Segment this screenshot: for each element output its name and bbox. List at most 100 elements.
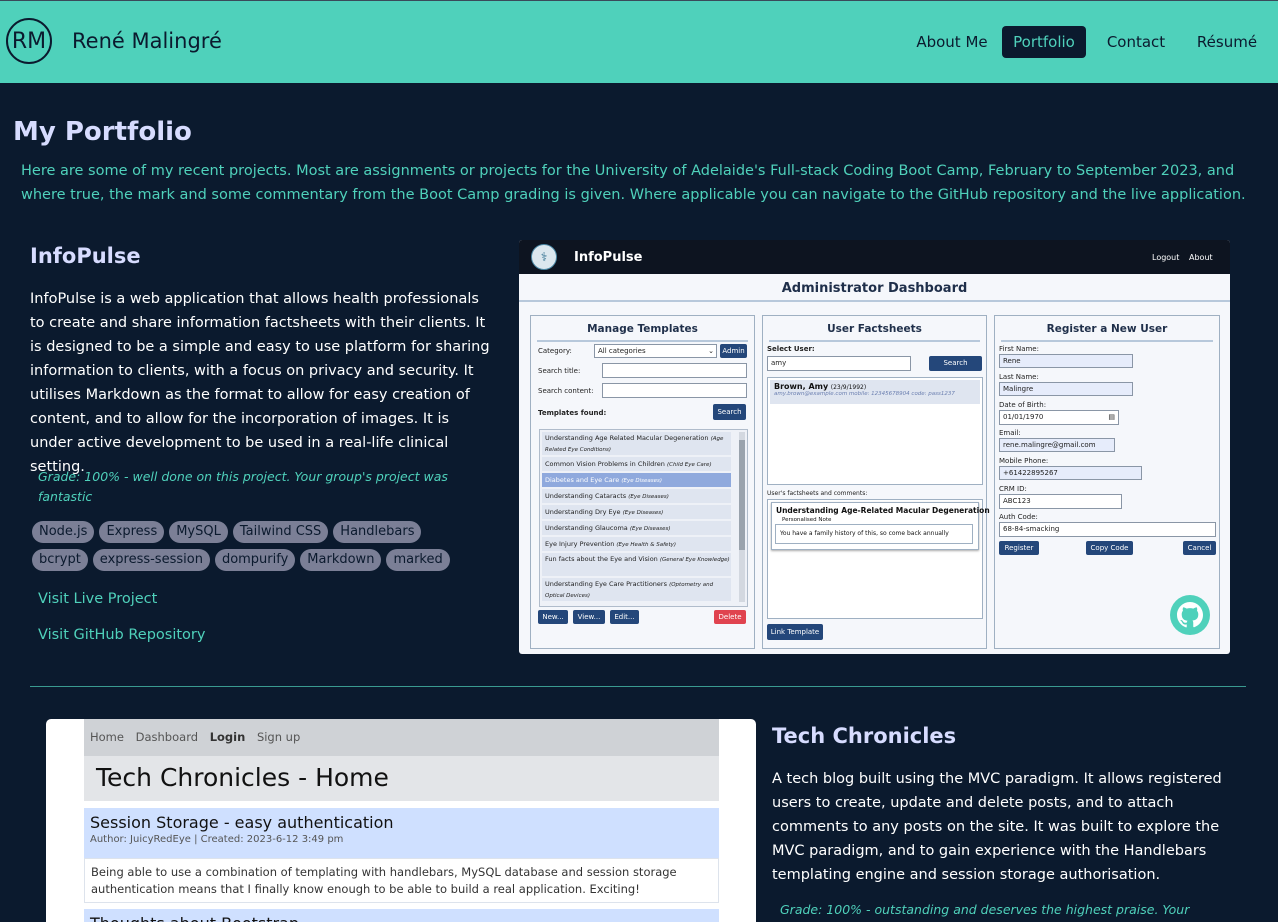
infopulse-screenshot[interactable]: ⚕ InfoPulse Logout About Administrator D… — [519, 240, 1230, 654]
user-results: Brown, Amy (23/9/1992) amy.brown@example… — [767, 377, 983, 485]
blog-nav: Home Dashboard Login Sign up — [84, 719, 719, 756]
cancel-button: Cancel — [1183, 541, 1216, 555]
nav-portfolio[interactable]: Portfolio — [1002, 26, 1086, 58]
search-content-input — [602, 383, 747, 398]
section-divider — [30, 686, 1246, 687]
register-button: Register — [999, 541, 1039, 555]
user-search-button: Search — [929, 356, 982, 371]
search-button: Search — [713, 404, 746, 420]
tag: Handlebars — [333, 521, 422, 543]
search-content-label: Search content: — [538, 387, 594, 395]
auth-code-label: Auth Code: — [999, 513, 1038, 521]
crm-input: ABC123 — [999, 494, 1122, 509]
admin-button: Admin — [720, 344, 747, 358]
tag: Tailwind CSS — [232, 521, 329, 543]
factsheet-list: Understanding Age-Related Macular Degene… — [767, 499, 990, 619]
new-button: New... — [538, 610, 568, 624]
link-template-button: Link Template — [767, 624, 823, 640]
tag: Markdown — [300, 549, 382, 571]
factsheets-panel: User Factsheets Select User: amy Search … — [762, 315, 990, 649]
delete-button: Delete — [714, 610, 746, 624]
list-item: Understanding Cataracts (Eye Diseases) — [542, 489, 731, 503]
app-header: ⚕ InfoPulse Logout About — [519, 240, 1230, 274]
user-search-input: amy — [767, 356, 911, 371]
tech-chronicles-screenshot[interactable]: Home Dashboard Login Sign up Tech Chroni… — [46, 719, 756, 922]
live-project-link[interactable]: Visit Live Project — [38, 591, 157, 607]
nav-contact[interactable]: Contact — [1097, 26, 1175, 58]
nav-dashboard: Dashboard — [135, 730, 199, 744]
mobile-label: Mobile Phone: — [999, 457, 1049, 465]
list-item: Eye Injury Prevention (Eye Health & Safe… — [542, 537, 731, 551]
about-link: About — [1189, 253, 1213, 262]
view-button: View... — [573, 610, 605, 624]
post-header: Thoughts about Bootstrap — [84, 909, 719, 922]
email-input: rene.malingre@gmail.com — [999, 438, 1115, 452]
first-name-input: Rene — [999, 354, 1133, 368]
email-label: Email: — [999, 429, 1021, 437]
dob-input: 01/01/1970 ▤ — [999, 410, 1119, 425]
templates-found-label: Templates found: — [538, 409, 607, 417]
scrollbar — [739, 432, 745, 602]
list-item: Understanding Eye Care Practitioners (Op… — [542, 578, 731, 601]
nav-resume[interactable]: Résumé — [1188, 26, 1266, 58]
top-navbar: RM René Malingré About Me Portfolio Cont… — [0, 0, 1278, 83]
user-result: Brown, Amy (23/9/1992) amy.brown@example… — [770, 380, 980, 404]
doctor-icon: ⚕ — [531, 244, 557, 270]
blog-heading: Tech Chronicles - Home — [84, 756, 719, 801]
list-item: Understanding Glaucoma (Eye Diseases) — [542, 521, 731, 535]
post-meta: Author: JuicyRedEye | Created: 2023-6-12… — [90, 834, 344, 845]
tag: Node.js — [32, 521, 95, 543]
list-item: Diabetes and Eye Care (Eye Diseases) — [542, 473, 731, 487]
tag: marked — [386, 549, 450, 571]
category-label: Category: — [538, 347, 572, 355]
templates-panel: Manage Templates Category: All categorie… — [530, 315, 755, 649]
post-body: Being able to use a combination of templ… — [84, 858, 719, 903]
panel-heading: Register a New User — [1001, 320, 1213, 342]
panel-heading: User Factsheets — [769, 320, 980, 342]
page-intro: Here are some of my recent projects. Mos… — [21, 163, 1246, 203]
site-name[interactable]: René Malingré — [72, 29, 222, 53]
last-name-label: Last Name: — [999, 373, 1039, 381]
tech-tags: Node.js Express MySQL Tailwind CSS Handl… — [32, 521, 482, 571]
tag: dompurify — [214, 549, 296, 571]
project-title: InfoPulse — [30, 244, 141, 268]
project-title: Tech Chronicles — [772, 724, 957, 748]
list-item: Understanding Age Related Macular Degene… — [542, 432, 731, 455]
nav-login: Login — [209, 730, 246, 744]
mobile-input: +61422895267 — [999, 466, 1142, 480]
list-item: Common Vision Problems in Children (Chil… — [542, 457, 731, 471]
search-title-label: Search title: — [538, 367, 581, 375]
factsheet-card: Understanding Age-Related Macular Degene… — [771, 502, 990, 550]
project-grade: Grade: 100% - outstanding and deserves t… — [780, 902, 1190, 917]
calendar-icon: ▤ — [1108, 413, 1115, 421]
dob-label: Date of Birth: — [999, 401, 1047, 409]
first-name-label: First Name: — [999, 345, 1039, 353]
logo[interactable]: RM — [6, 18, 52, 64]
github-glyph — [1177, 602, 1203, 628]
comments-label: User's factsheets and comments: — [767, 490, 868, 497]
templates-list: Understanding Age Related Macular Degene… — [539, 429, 748, 607]
nav-about-me[interactable]: About Me — [912, 26, 992, 58]
post-title: Thoughts about Bootstrap — [90, 914, 299, 922]
dashboard-title: Administrator Dashboard — [519, 276, 1230, 302]
project-grade: Grade: 100% - well done on this project.… — [38, 469, 448, 504]
select-user-label: Select User: — [767, 345, 815, 353]
list-item: Fun facts about the Eye and Vision (Gene… — [542, 553, 731, 576]
auth-code-input: 68-84-smacking — [999, 522, 1216, 537]
list-item: Understanding Dry Eye (Eye Diseases) — [542, 505, 731, 519]
project-description: A tech blog built using the MVC paradigm… — [772, 771, 1222, 883]
nav-home: Home — [90, 730, 124, 744]
panel-heading: Manage Templates — [537, 320, 748, 342]
tag: bcrypt — [32, 549, 88, 571]
project-description: InfoPulse is a web application that allo… — [30, 291, 490, 475]
app-brand: InfoPulse — [574, 250, 643, 265]
crm-label: CRM ID: — [999, 485, 1027, 493]
page-title: My Portfolio — [13, 117, 192, 147]
category-value: All categories — [598, 347, 646, 355]
github-repo-link[interactable]: Visit GitHub Repository — [38, 627, 205, 643]
nav-signup: Sign up — [256, 730, 301, 744]
github-icon — [1170, 595, 1210, 635]
last-name-input: Malingre — [999, 382, 1133, 396]
tag: Express — [99, 521, 165, 543]
post-title: Session Storage - easy authentication — [90, 813, 394, 832]
